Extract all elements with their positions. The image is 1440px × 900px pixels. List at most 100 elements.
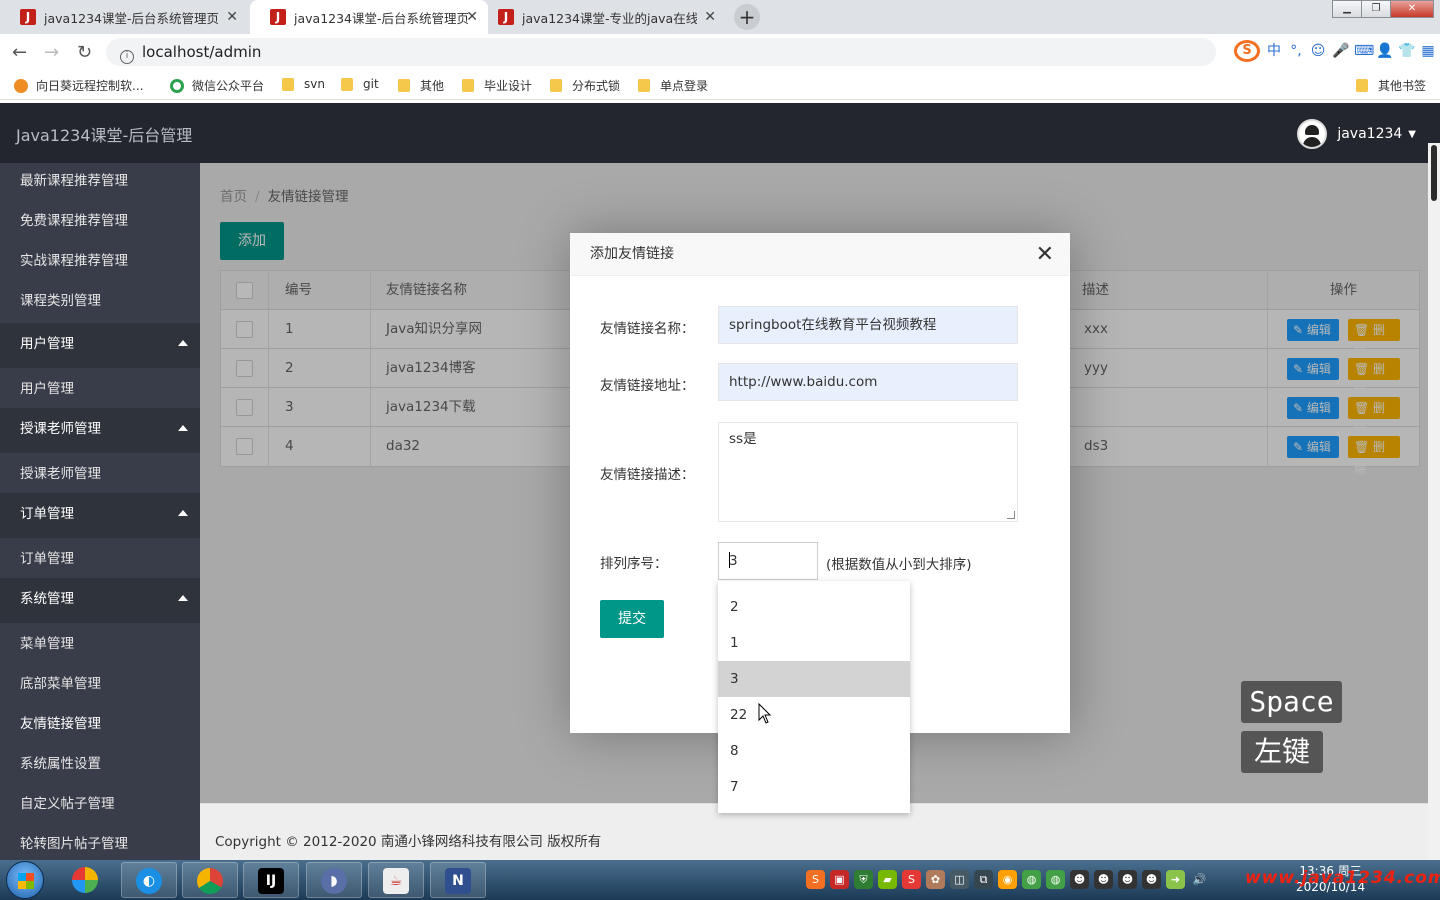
taskbar-app-pinwheel[interactable] <box>58 862 114 898</box>
wechat-work-tray-icon[interactable]: ◍ <box>1046 870 1065 889</box>
autocomplete-option-highlighted[interactable]: 3 <box>718 661 910 697</box>
page-scrollbar[interactable] <box>1428 143 1440 860</box>
close-tab-icon[interactable]: ✕ <box>466 9 478 25</box>
tray-app-icon[interactable]: ▣ <box>830 870 849 889</box>
user-icon[interactable]: 👤 <box>1376 42 1393 60</box>
taskbar-app-java[interactable]: ☕ <box>368 862 424 898</box>
browser-tab-strip: J java1234课堂-后台系统管理页面 ✕ J java1234课堂-后台系… <box>0 0 1440 34</box>
taskbar-app-mysql[interactable]: ◗ <box>306 862 362 898</box>
sidebar-item-latest-courses[interactable]: 最新课程推荐管理 <box>0 163 200 203</box>
autocomplete-option[interactable]: 22 <box>718 697 910 733</box>
qq-tray-icon[interactable]: ☻ <box>1118 870 1137 889</box>
tray-window-icon[interactable]: ⧉ <box>974 870 993 889</box>
close-tab-icon[interactable]: ✕ <box>704 9 716 25</box>
sidebar-group-teachers[interactable]: 授课老师管理 <box>0 408 200 453</box>
tray-circle-icon[interactable]: ◉ <box>998 870 1017 889</box>
bookmark-other-bookmarks[interactable]: 其他书签 <box>1356 77 1426 94</box>
user-menu[interactable]: java1234 ▼ <box>1297 119 1416 149</box>
tray-s-icon[interactable]: S <box>902 870 921 889</box>
autocomplete-option[interactable]: 1 <box>718 625 910 661</box>
sogou-ime-icon[interactable]: S <box>1234 40 1260 62</box>
autocomplete-option[interactable]: 2 <box>718 589 910 625</box>
sort-order-input[interactable]: 3 <box>718 542 818 580</box>
taskbar-app-chrome[interactable] <box>182 862 238 898</box>
microphone-icon[interactable]: 🎤 <box>1332 42 1349 60</box>
reload-icon[interactable]: ↻ <box>77 42 92 63</box>
sidebar-item-practical-courses[interactable]: 实战课程推荐管理 <box>0 243 200 283</box>
windows-start-icon[interactable] <box>6 861 44 899</box>
link-url-input[interactable]: http://www.baidu.com <box>718 363 1018 401</box>
bookmark-graduation[interactable]: 毕业设计 <box>462 77 532 94</box>
ime-punct-icon[interactable]: °, <box>1288 42 1304 60</box>
bookmark-git[interactable]: git <box>341 77 379 91</box>
keyboard-icon[interactable]: ⌨ <box>1354 42 1374 60</box>
resize-handle-icon[interactable] <box>1007 511 1015 519</box>
sidebar-item-users[interactable]: 用户管理 <box>0 368 200 408</box>
sidebar-group-system[interactable]: 系统管理 <box>0 578 200 623</box>
link-desc-textarea[interactable]: ss是 <box>718 422 1018 522</box>
submit-button[interactable]: 提交 <box>600 600 664 638</box>
link-name-input[interactable]: springboot在线教育平台视频教程 <box>718 306 1018 344</box>
sidebar-item-course-categories[interactable]: 课程类别管理 <box>0 283 200 323</box>
sidebar-group-orders[interactable]: 订单管理 <box>0 493 200 538</box>
qq-tray-icon[interactable]: ☻ <box>1070 870 1089 889</box>
toolbox-icon[interactable]: ▦ <box>1420 42 1436 60</box>
url-field[interactable]: i localhost/admin <box>106 38 1216 66</box>
java1234-favicon-icon: J <box>270 9 286 25</box>
sidebar-item-orders[interactable]: 订单管理 <box>0 538 200 578</box>
maximize-icon[interactable]: ❐ <box>1361 0 1391 18</box>
window-close-icon[interactable]: ✕ <box>1390 0 1434 18</box>
autocomplete-option[interactable]: 7 <box>718 769 910 805</box>
tray-arrow-icon[interactable]: ➜ <box>1166 870 1185 889</box>
security-shield-icon[interactable]: ⛨ <box>854 870 873 889</box>
sidebar-item-friend-links[interactable]: 友情链接管理 <box>0 703 200 743</box>
tab-title: java1234课堂-后台系统管理页面 <box>294 10 469 26</box>
sidebar-item-menus[interactable]: 菜单管理 <box>0 623 200 663</box>
forward-icon[interactable]: → <box>44 42 59 63</box>
sidebar-item-free-courses[interactable]: 免费课程推荐管理 <box>0 203 200 243</box>
bookmark-sso[interactable]: 单点登录 <box>638 77 708 94</box>
bookmark-svn[interactable]: svn <box>282 77 325 91</box>
sidebar-group-users[interactable]: 用户管理 <box>0 323 200 368</box>
close-tab-icon[interactable]: ✕ <box>226 9 238 25</box>
taskbar-app-intellij[interactable]: IJ <box>243 862 299 898</box>
back-icon[interactable]: ← <box>12 42 27 63</box>
folder-icon <box>638 79 650 92</box>
volume-icon[interactable]: 🔊 <box>1190 870 1209 889</box>
wechat-tray-icon[interactable]: ◍ <box>1022 870 1041 889</box>
ime-chinese-icon[interactable]: 中 <box>1266 42 1282 60</box>
bookmark-other[interactable]: 其他 <box>398 77 444 94</box>
sidebar-item-carousel-posts[interactable]: 轮转图片帖子管理 <box>0 823 200 860</box>
sidebar-item-system-props[interactable]: 系统属性设置 <box>0 743 200 783</box>
sidebar: 最新课程推荐管理 免费课程推荐管理 实战课程推荐管理 课程类别管理 用户管理 用… <box>0 163 200 860</box>
bookmark-wechat[interactable]: 微信公众平台 <box>170 77 264 94</box>
folder-icon <box>341 77 353 91</box>
qq-tray-icon[interactable]: ☻ <box>1142 870 1161 889</box>
sidebar-item-footer-menus[interactable]: 底部菜单管理 <box>0 663 200 703</box>
qq-tray-icon[interactable]: ☻ <box>1094 870 1113 889</box>
sidebar-item-custom-posts[interactable]: 自定义帖子管理 <box>0 783 200 823</box>
site-info-icon[interactable]: i <box>120 50 134 64</box>
nvidia-icon[interactable]: ▰ <box>878 870 897 889</box>
minimize-icon[interactable]: ▁ <box>1332 0 1362 18</box>
taskbar-app-editor[interactable]: N <box>430 862 486 898</box>
close-icon[interactable]: ✕ <box>1036 233 1054 276</box>
avatar <box>1297 119 1328 149</box>
new-tab-icon[interactable]: + <box>734 4 760 30</box>
tray-flower-icon[interactable]: ✿ <box>926 870 945 889</box>
taskbar-app-qq-browser[interactable]: ◐ <box>121 862 177 898</box>
skin-icon[interactable]: 👕 <box>1398 42 1415 60</box>
scrollbar-thumb[interactable] <box>1431 145 1437 201</box>
browser-tab-1[interactable]: J java1234课堂-后台系统管理页面 ✕ <box>0 0 248 34</box>
browser-tab-3[interactable]: J java1234课堂-专业的java在线教育平台 ✕ <box>478 0 726 34</box>
dolphin-icon: ◗ <box>321 868 347 894</box>
copyright-text: Copyright © 2012-2020 南通小锋网络科技有限公司 版权所有 <box>215 834 602 850</box>
browser-tab-2-active[interactable]: J java1234课堂-后台系统管理页面 ✕ <box>250 0 488 34</box>
tray-network-icon[interactable]: ◫ <box>950 870 969 889</box>
sogou-tray-icon[interactable]: S <box>806 870 825 889</box>
emoji-icon[interactable]: ☺ <box>1310 42 1326 60</box>
bookmark-sunlogin[interactable]: 向日葵远程控制软... <box>14 77 143 94</box>
sidebar-item-teachers[interactable]: 授课老师管理 <box>0 453 200 493</box>
autocomplete-option[interactable]: 8 <box>718 733 910 769</box>
bookmark-distributed-lock[interactable]: 分布式锁 <box>550 77 620 94</box>
